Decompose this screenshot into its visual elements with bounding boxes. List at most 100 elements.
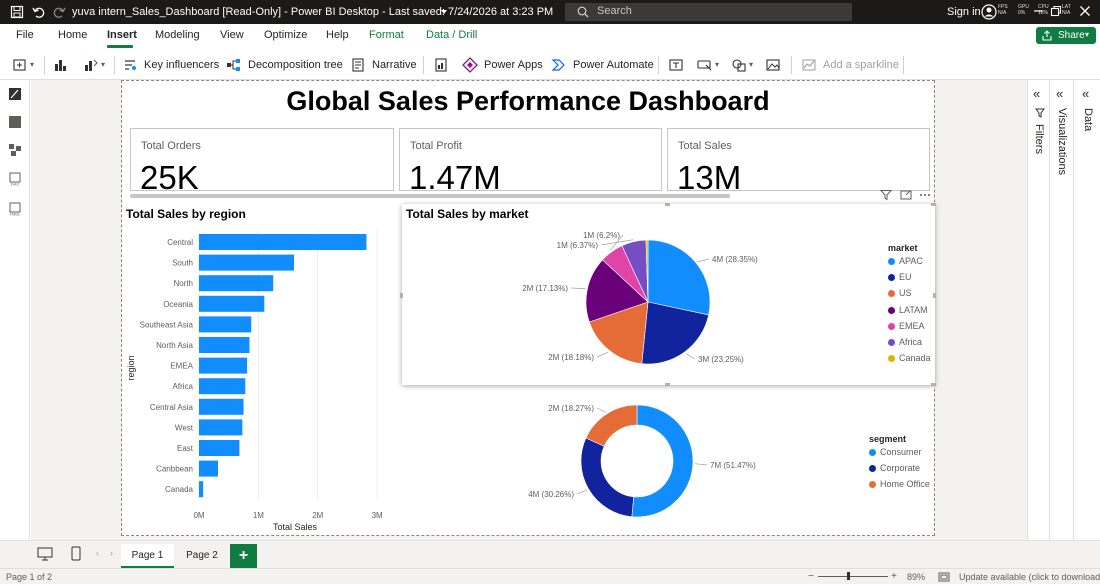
legend-item[interactable]: EU: [888, 272, 912, 282]
resize-handle[interactable]: [665, 383, 670, 386]
power-apps-icon[interactable]: [462, 57, 478, 73]
data-pane-label[interactable]: Data: [1082, 108, 1094, 131]
window-title[interactable]: yuva intern_Sales_Dashboard [Read-Only] …: [72, 6, 553, 18]
legend-item[interactable]: Consumer: [869, 447, 922, 457]
key-influencers-icon[interactable]: [122, 57, 138, 73]
chevron-down-icon[interactable]: ▾: [101, 60, 105, 69]
zoom-in-button[interactable]: +: [891, 571, 897, 582]
report-view-icon[interactable]: [8, 87, 22, 101]
chevron-left-icon[interactable]: «: [1056, 86, 1063, 101]
bar[interactable]: [199, 357, 248, 374]
dax-query-view-icon[interactable]: DAX: [8, 172, 22, 186]
power-apps-button[interactable]: Power Apps: [484, 59, 543, 71]
chevron-left-icon[interactable]: ‹: [96, 548, 99, 558]
tab-data-drill[interactable]: Data / Drill: [426, 29, 477, 41]
more-options-icon[interactable]: [919, 189, 931, 201]
bar[interactable]: [199, 316, 252, 333]
tab-modeling[interactable]: Modeling: [155, 29, 200, 41]
buttons-icon[interactable]: [697, 57, 713, 73]
zoom-slider-thumb[interactable]: [847, 572, 850, 580]
tab-view[interactable]: View: [220, 29, 244, 41]
filters-pane-collapsed[interactable]: « Filters: [1027, 80, 1049, 540]
chevron-left-icon[interactable]: «: [1033, 86, 1040, 101]
close-icon[interactable]: [1077, 3, 1093, 19]
power-automate-icon[interactable]: [551, 57, 567, 73]
tab-file[interactable]: File: [16, 29, 34, 41]
tab-format[interactable]: Format: [369, 29, 404, 41]
zoom-level[interactable]: 89%: [907, 572, 925, 582]
share-button[interactable]: Share ▾: [1036, 27, 1096, 44]
image-icon[interactable]: [765, 57, 781, 73]
resize-handle[interactable]: [665, 203, 670, 206]
legend-item[interactable]: LATAM: [888, 305, 928, 315]
key-influencers-button[interactable]: Key influencers: [144, 59, 219, 71]
redo-icon[interactable]: [52, 5, 66, 19]
bar[interactable]: [199, 275, 274, 292]
more-visuals-icon[interactable]: [83, 57, 99, 73]
tab-optimize[interactable]: Optimize: [264, 29, 307, 41]
resize-handle[interactable]: [931, 383, 936, 386]
chevron-down-icon[interactable]: ▾: [715, 60, 719, 69]
minimize-icon[interactable]: [1030, 3, 1046, 19]
save-icon[interactable]: [10, 5, 24, 19]
decomposition-tree-icon[interactable]: [226, 57, 242, 73]
model-view-icon[interactable]: [8, 143, 22, 157]
chevron-right-icon[interactable]: ›: [110, 548, 113, 558]
account-icon[interactable]: [981, 4, 997, 20]
zoom-slider[interactable]: [818, 576, 888, 577]
fit-to-page-icon[interactable]: [938, 572, 950, 582]
chevron-left-icon[interactable]: «: [1082, 86, 1089, 101]
bar[interactable]: [199, 481, 204, 498]
tab-home[interactable]: Home: [58, 29, 87, 41]
pie-slice[interactable]: [631, 404, 694, 518]
tab-help[interactable]: Help: [326, 29, 349, 41]
pie-slice[interactable]: [580, 437, 635, 518]
search-input[interactable]: Search: [565, 3, 852, 21]
decomposition-tree-button[interactable]: Decomposition tree: [248, 59, 343, 71]
narrative-icon[interactable]: [350, 57, 366, 73]
bar[interactable]: [199, 234, 367, 250]
bar[interactable]: [199, 295, 265, 312]
shapes-icon[interactable]: [731, 57, 747, 73]
visualizations-pane-label[interactable]: Visualizations: [1056, 108, 1068, 175]
chevron-down-icon[interactable]: ▾: [30, 60, 34, 69]
page-tab-1[interactable]: Page 1: [121, 544, 174, 569]
kpi-card-total-orders[interactable]: Total Orders 25K: [130, 128, 394, 196]
new-page-icon[interactable]: [12, 57, 28, 73]
add-page-button[interactable]: +: [230, 544, 257, 568]
resize-handle[interactable]: [400, 293, 403, 298]
sign-in-link[interactable]: Sign in: [947, 6, 981, 18]
resize-handle[interactable]: [933, 293, 936, 298]
tmdl-view-icon[interactable]: TMDL: [8, 202, 22, 216]
legend-item[interactable]: US: [888, 288, 912, 298]
new-visual-icon[interactable]: [52, 57, 68, 73]
narrative-button[interactable]: Narrative: [372, 59, 417, 71]
bar[interactable]: [199, 419, 243, 436]
focus-mode-icon[interactable]: [900, 189, 912, 201]
chevron-down-icon[interactable]: ▾: [749, 60, 753, 69]
tab-insert[interactable]: Insert: [107, 29, 137, 41]
horizontal-scrollbar[interactable]: [130, 194, 730, 198]
legend-item[interactable]: APAC: [888, 256, 923, 266]
resize-handle[interactable]: [931, 203, 936, 206]
power-automate-button[interactable]: Power Automate: [573, 59, 654, 71]
page-tab-2[interactable]: Page 2: [176, 544, 228, 569]
legend-item[interactable]: EMEA: [888, 321, 925, 331]
filters-pane-label[interactable]: Filters: [1033, 124, 1045, 154]
zoom-out-button[interactable]: −: [808, 571, 814, 582]
paginated-report-icon[interactable]: [433, 57, 449, 73]
desktop-layout-icon[interactable]: [37, 547, 53, 561]
bar[interactable]: [199, 398, 244, 415]
bar[interactable]: [199, 440, 240, 456]
update-available-link[interactable]: Update available (click to download): [959, 572, 1100, 582]
kpi-card-total-profit[interactable]: Total Profit 1.47M: [399, 128, 662, 196]
text-box-icon[interactable]: [668, 57, 684, 73]
bar[interactable]: [199, 378, 246, 395]
bar[interactable]: [199, 460, 218, 477]
legend-item[interactable]: Canada: [888, 353, 931, 363]
bar[interactable]: [199, 254, 294, 271]
visualizations-pane-collapsed[interactable]: « Visualizations: [1049, 80, 1073, 540]
mobile-layout-icon[interactable]: [71, 546, 81, 561]
filter-icon[interactable]: [880, 189, 892, 201]
title-dropdown-icon[interactable]: [440, 8, 448, 16]
